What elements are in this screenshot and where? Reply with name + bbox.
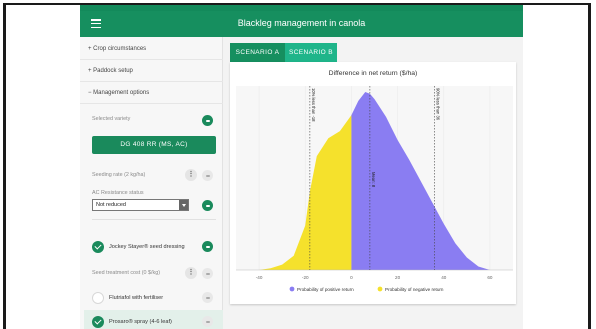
screen: Blackleg management in canola + Crop cir… xyxy=(0,0,596,329)
device-bezel-right xyxy=(588,3,591,329)
legend-marker-positive xyxy=(289,286,295,292)
density-chart: 10% less than -18 Mean: 8 90% less than 36… xyxy=(236,86,513,292)
jockey-stayer-label: Jockey Stayer® seed dressing xyxy=(109,244,185,250)
seed-treatment-help-icon[interactable] xyxy=(202,268,213,279)
app-header: Blackleg management in canola xyxy=(80,11,523,37)
annotation-label: Mean: 8 xyxy=(371,172,376,188)
flutriafol-help-icon[interactable] xyxy=(202,292,213,303)
ac-resistance-select[interactable]: Not reduced xyxy=(92,199,189,211)
prosaro-label: Prosaro® spray (4-6 leaf) xyxy=(109,319,172,325)
divider xyxy=(80,59,223,60)
x-tick-label: 40 xyxy=(441,275,447,280)
app-title: Blackleg management in canola xyxy=(237,18,366,28)
annotation-label: 10% less than -18 xyxy=(311,88,316,122)
variety-help-icon[interactable] xyxy=(202,115,213,126)
x-tick-label: -20 xyxy=(302,275,309,280)
ac-resistance-value: Not reduced xyxy=(96,202,126,208)
ac-resistance-label: AC Resistance status xyxy=(92,190,144,196)
divider xyxy=(80,103,223,104)
annotation-label: 90% less than 36 xyxy=(436,88,441,121)
divider xyxy=(92,219,216,220)
x-tick-label: -40 xyxy=(256,275,263,280)
chevron-down-icon xyxy=(179,200,188,210)
ac-resistance-help-icon[interactable] xyxy=(202,200,213,211)
seeding-rate-more-icon[interactable]: ⋮ xyxy=(185,169,197,181)
sidebar: + Crop circumstances + Paddock setup − M… xyxy=(80,37,223,329)
section-management-options[interactable]: − Management options xyxy=(88,90,149,96)
main-panel: SCENARIO A SCENARIO B Difference in net … xyxy=(227,37,523,329)
x-tick-label: 60 xyxy=(487,275,493,280)
x-tick-label: 0 xyxy=(350,275,353,280)
seed-treatment-cost-label: Seed treatment cost (0 $/kg) xyxy=(92,270,161,276)
tab-scenario-a[interactable]: SCENARIO A xyxy=(230,43,285,62)
legend-label-positive: Probability of positive return xyxy=(297,287,354,292)
section-paddock-setup[interactable]: + Paddock setup xyxy=(88,68,133,74)
divider xyxy=(80,81,223,82)
jockey-stayer-checkbox[interactable] xyxy=(92,241,104,253)
selected-variety-label: Selected variety xyxy=(92,116,131,122)
prosaro-help-icon[interactable] xyxy=(202,316,213,327)
device-bezel-left xyxy=(3,3,6,329)
tab-scenario-b[interactable]: SCENARIO B xyxy=(285,43,337,62)
variety-button[interactable]: DG 408 RR (MS, AC) xyxy=(92,136,216,154)
app-window: Blackleg management in canola + Crop cir… xyxy=(80,5,523,329)
legend-label-negative: Probability of negative return xyxy=(385,287,444,292)
flutriafol-label: Flutriafol with fertiliser xyxy=(109,295,164,301)
prosaro-checkbox[interactable] xyxy=(92,316,104,328)
legend-marker-negative xyxy=(377,286,383,292)
section-crop-circumstances[interactable]: + Crop circumstances xyxy=(88,46,146,52)
flutriafol-checkbox[interactable] xyxy=(92,292,104,304)
seeding-rate-help-icon[interactable] xyxy=(202,170,213,181)
x-tick-label: 20 xyxy=(395,275,401,280)
jockey-stayer-help-icon[interactable] xyxy=(202,241,213,252)
seeding-rate-label: Seeding rate (2 kg/ha) xyxy=(92,172,146,178)
chart-card: Difference in net return ($/ha) 10% less… xyxy=(230,62,516,304)
seed-treatment-more-icon[interactable]: ⋮ xyxy=(185,267,197,279)
